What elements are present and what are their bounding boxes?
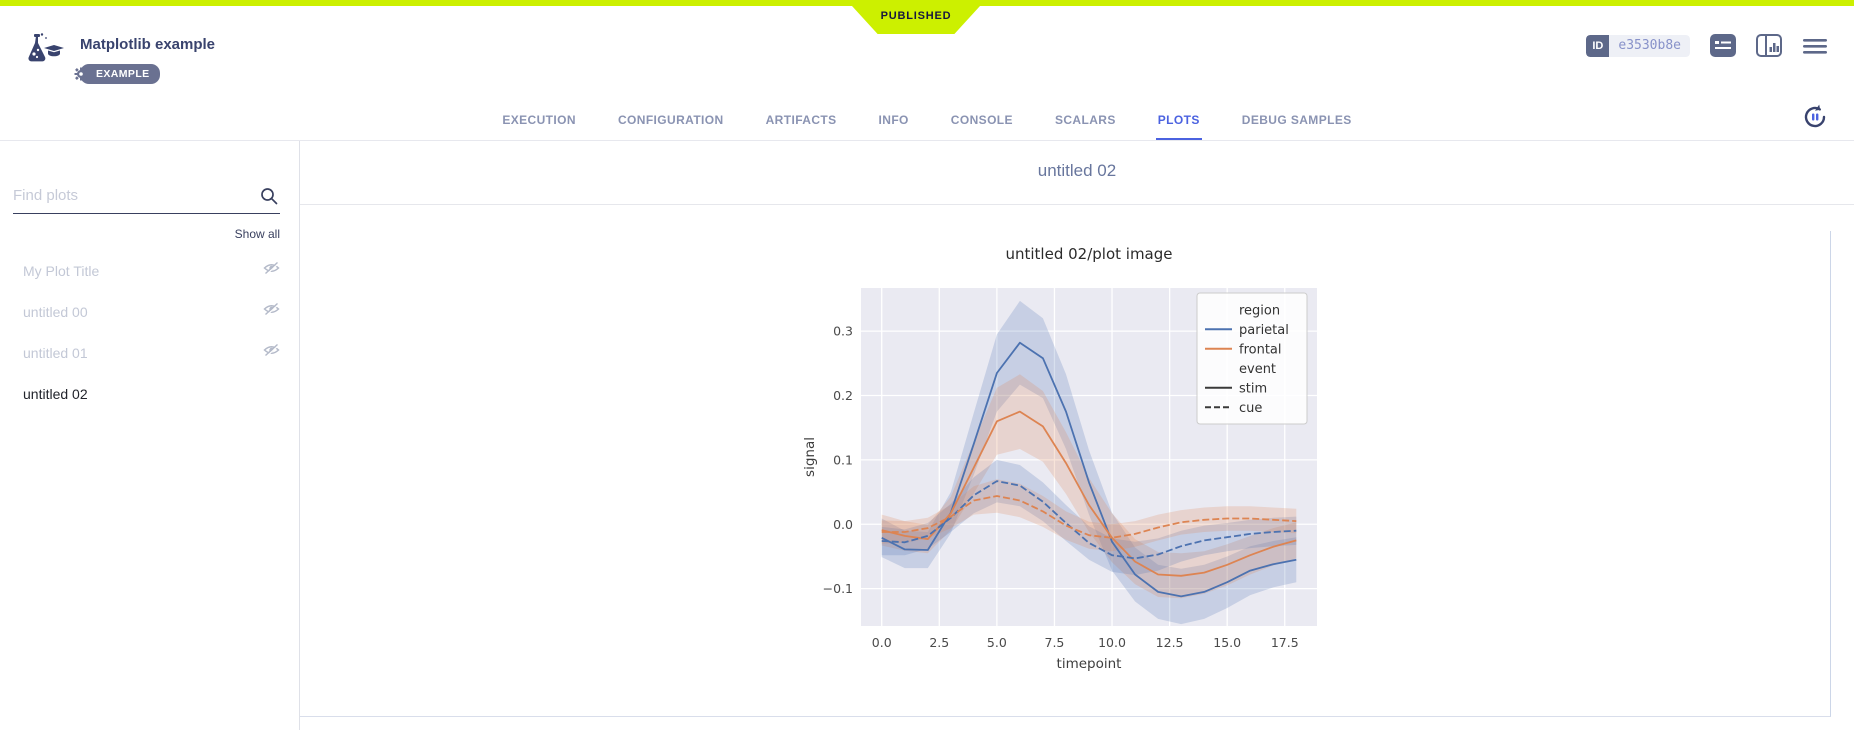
gear-icon [74, 67, 88, 84]
hamburger-icon [1802, 36, 1828, 56]
plot-card-inner: 0.0 2.5 5.0 7.5 10.0 12.5 15.0 17.5 0.3 0.2 0.1 0.0… [300, 231, 1831, 717]
plots-sidebar: Show all My Plot Title untitled 00 untitle… [0, 141, 300, 730]
x-tick-label: 10.0 [1098, 635, 1126, 650]
plot-group-heading: untitled 02 [300, 161, 1854, 181]
legend-label-cue: cue [1239, 401, 1262, 416]
search-input[interactable] [13, 187, 243, 204]
plot-list-item-my-plot-title[interactable]: My Plot Title [13, 250, 280, 291]
experiment-id-badge: ID e3530b8e [1586, 35, 1690, 57]
plot-list: My Plot Title untitled 00 untitled 01 untit… [13, 250, 280, 414]
x-axis-label: timepoint [1057, 656, 1122, 672]
legend: region parietal frontal event stim cue [1197, 293, 1307, 424]
legend-label-parietal: parietal [1239, 323, 1289, 338]
experiment-logo-icon [22, 32, 64, 77]
plot-item-label: untitled 01 [23, 345, 88, 361]
auto-refresh-button[interactable] [1800, 102, 1830, 132]
eye-off-icon[interactable] [263, 302, 280, 321]
y-tick-label: 0.2 [833, 388, 853, 403]
search-icon [260, 187, 278, 210]
x-tick-label: 7.5 [1045, 635, 1065, 650]
x-tick-label: 15.0 [1213, 635, 1241, 650]
legend-label-event: event [1239, 362, 1276, 377]
example-tag-label: EXAMPLE [96, 68, 150, 80]
tab-debug-samples[interactable]: DEBUG SAMPLES [1240, 113, 1354, 140]
y-axis-label: signal [802, 437, 818, 477]
y-tick-label: 0.3 [833, 324, 853, 339]
legend-label-region: region [1239, 303, 1280, 318]
x-tick-label: 2.5 [929, 635, 949, 650]
y-tick-label: 0.0 [833, 517, 853, 532]
plot-figure: 0.0 2.5 5.0 7.5 10.0 12.5 15.0 17.5 0.3 0.2 0.1 0.0… [780, 231, 1350, 691]
comments-icon [1710, 34, 1736, 57]
plot-item-label: untitled 02 [23, 386, 88, 402]
example-tag: EXAMPLE [80, 64, 160, 84]
menu-button[interactable] [1802, 36, 1828, 56]
id-label: ID [1586, 35, 1609, 57]
plot-item-label: My Plot Title [23, 263, 99, 279]
show-all-link[interactable]: Show all [13, 227, 280, 241]
experiment-tabs: EXECUTION CONFIGURATION ARTIFACTS INFO CONSO… [0, 111, 1854, 140]
plot-list-item-untitled-02[interactable]: untitled 02 [13, 373, 280, 414]
tab-configuration[interactable]: CONFIGURATION [616, 113, 726, 140]
comments-button[interactable] [1710, 34, 1736, 57]
tab-artifacts[interactable]: ARTIFACTS [764, 113, 839, 140]
experiment-title: Matplotlib example [80, 36, 215, 53]
plot-title: untitled 02/plot image [1005, 245, 1172, 263]
tab-info[interactable]: INFO [877, 113, 911, 140]
clearml-experiment-page: PUBLISHED Matplotlib example [0, 0, 1854, 730]
fmri-line-chart: 0.0 2.5 5.0 7.5 10.0 12.5 15.0 17.5 0.3 0.2 0.1 0.0… [780, 231, 1350, 686]
refresh-pause-icon [1800, 102, 1830, 132]
plot-search [13, 187, 280, 214]
legend-label-stim: stim [1239, 381, 1267, 396]
eye-off-icon[interactable] [263, 343, 280, 362]
plot-list-item-untitled-01[interactable]: untitled 01 [13, 332, 280, 373]
x-tick-label: 17.5 [1271, 635, 1299, 650]
tab-scalars[interactable]: SCALARS [1053, 113, 1118, 140]
eye-off-icon[interactable] [263, 261, 280, 280]
x-tick-label: 5.0 [987, 635, 1007, 650]
y-tick-label: 0.1 [833, 452, 853, 467]
tab-execution[interactable]: EXECUTION [500, 113, 578, 140]
plot-card: 0.0 2.5 5.0 7.5 10.0 12.5 15.0 17.5 0.3 0.2 0.1 0.0… [300, 204, 1854, 717]
x-tick-label: 0.0 [872, 635, 892, 650]
id-value: e3530b8e [1609, 35, 1690, 57]
panel-chart-icon [1756, 34, 1782, 57]
plot-list-item-untitled-00[interactable]: untitled 00 [13, 291, 280, 332]
plot-item-label: untitled 00 [23, 304, 88, 320]
y-tick-label: −0.1 [823, 581, 853, 596]
plots-main-area: untitled 02 0.0 2.5 5.0 7.5 10.0 12.5 15.0 17.5… [300, 141, 1854, 730]
tab-plots[interactable]: PLOTS [1156, 113, 1202, 140]
tab-console[interactable]: CONSOLE [949, 113, 1015, 140]
status-color-bar [0, 0, 1854, 6]
legend-label-frontal: frontal [1239, 342, 1282, 357]
x-tick-label: 12.5 [1156, 635, 1184, 650]
status-label: PUBLISHED [881, 10, 952, 22]
details-panel-button[interactable] [1756, 34, 1782, 57]
